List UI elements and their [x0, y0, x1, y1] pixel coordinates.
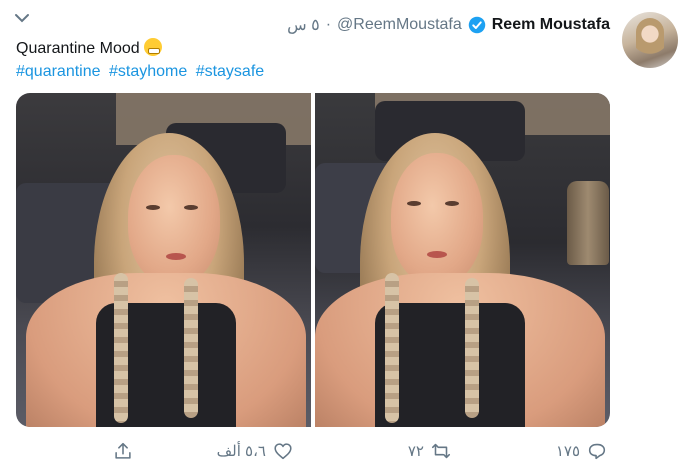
avatar[interactable]	[622, 12, 678, 68]
retweet-button[interactable]: ٧٢	[408, 436, 452, 466]
hashtag-stayhome[interactable]: #stayhome	[109, 63, 187, 80]
header-separator: ·	[325, 16, 332, 33]
grimacing-face-emoji-icon	[144, 38, 163, 56]
like-count: ٥،٦ ألف	[216, 443, 266, 460]
reply-count: ١٧٥	[555, 443, 580, 460]
share-button[interactable]	[112, 436, 134, 466]
author-handle[interactable]: @ReemMoustafa	[337, 16, 462, 34]
hashtag-list: #quarantine #stayhome #staysafe	[16, 61, 268, 82]
heart-icon	[274, 443, 292, 460]
hashtag-staysafe[interactable]: #staysafe	[196, 63, 264, 80]
tweet-timestamp[interactable]: ٥ س	[287, 15, 320, 35]
tweet-text: Quarantine Mood	[16, 38, 163, 59]
chevron-down-icon[interactable]	[14, 12, 30, 24]
media-grid	[16, 93, 610, 427]
author-name[interactable]: Reem Moustafa	[492, 16, 610, 34]
tweet-card[interactable]: Reem Moustafa @ReemMoustafa · ٥ س Quaran…	[0, 0, 700, 468]
tweet-actions: ١٧٥ ٧٢ ٥،٦ ألف	[0, 436, 700, 466]
tweet-photo-2[interactable]	[315, 93, 610, 427]
hashtag-quarantine[interactable]: #quarantine	[16, 63, 101, 80]
like-button[interactable]: ٥،٦ ألف	[217, 436, 294, 466]
reply-icon	[588, 443, 606, 460]
tweet-text-content: Quarantine Mood	[16, 40, 140, 57]
verified-badge-icon	[468, 16, 485, 34]
reply-button[interactable]: ١٧٥	[556, 436, 608, 466]
share-icon	[115, 442, 131, 459]
retweet-icon	[431, 443, 451, 459]
tweet-header: Reem Moustafa @ReemMoustafa · ٥ س	[287, 14, 610, 36]
tweet-photo-1[interactable]	[16, 93, 311, 427]
retweet-count: ٧٢	[407, 443, 424, 460]
